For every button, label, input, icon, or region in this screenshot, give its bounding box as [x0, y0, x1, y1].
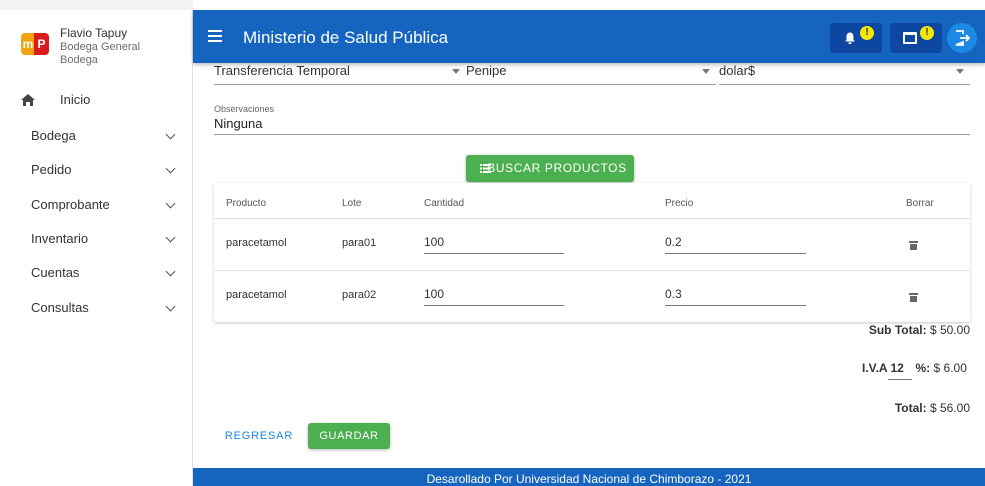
calendar-badge: ! — [920, 26, 934, 40]
guardar-button[interactable]: GUARDAR — [308, 423, 390, 449]
sidebar-item-label: Bodega — [31, 128, 76, 143]
column-header-precio: Precio — [665, 198, 694, 209]
chevron-down-icon — [165, 266, 176, 277]
user-role: Bodega General — [60, 41, 141, 53]
column-header-cantidad: Cantidad — [424, 198, 465, 209]
top-strip — [0, 0, 193, 10]
precio-value: 0.3 — [665, 287, 682, 301]
top-app-bar: Ministerio de Salud Pública ! ! — [193, 10, 985, 63]
dropdown-arrow-icon — [956, 69, 964, 74]
sidebar-item-consultas[interactable]: Consultas — [0, 290, 193, 324]
subtotal-value: $ 50.00 — [929, 323, 970, 337]
sidebar-item-label: Comprobante — [31, 197, 110, 212]
precio-value: 0.2 — [665, 235, 682, 249]
buscar-productos-label: BUSCAR PRODUCTOS — [487, 161, 627, 175]
user-name: Flavio Tapuy — [60, 26, 128, 40]
user-panel: m P Flavio Tapuy Bodega General Bodega — [0, 16, 193, 76]
delete-icon[interactable] — [909, 241, 918, 250]
column-header-producto: Producto — [226, 198, 267, 209]
cantidad-input[interactable]: 100 — [424, 284, 564, 306]
sidebar-item-pedido[interactable]: Pedido — [0, 152, 193, 186]
sidebar-item-bodega[interactable]: Bodega — [0, 118, 193, 152]
subtotal-label: Sub Total: — [868, 323, 927, 337]
sidebar-item-label: Cuentas — [31, 265, 80, 280]
logout-button[interactable] — [947, 23, 977, 53]
sidebar-item-label: Inventario — [31, 231, 89, 246]
cantidad-input[interactable]: 100 — [424, 232, 564, 254]
sidebar-item-inventario[interactable]: Inventario — [0, 221, 193, 255]
logo-letter-m: m — [21, 33, 35, 55]
buscar-productos-button[interactable]: BUSCAR PRODUCTOS — [466, 155, 634, 182]
header-divider — [214, 218, 970, 219]
cell-lote: para01 — [342, 237, 377, 249]
destino-select[interactable]: Penipe — [466, 63, 716, 85]
sidebar-item-label: Consultas — [31, 300, 89, 315]
notifications-button[interactable]: ! — [830, 23, 882, 53]
sidebar: m P Flavio Tapuy Bodega General Bodega I… — [0, 0, 193, 486]
column-header-borrar: Borrar — [906, 198, 934, 209]
iva-value: $ 6.00 — [933, 361, 967, 375]
chevron-down-icon — [165, 198, 176, 209]
user-area: Bodega — [60, 54, 98, 66]
footer: Desarollado Por Universidad Nacional de … — [193, 468, 985, 486]
precio-input[interactable]: 0.2 — [665, 232, 806, 254]
chevron-down-icon — [165, 232, 176, 243]
iva: I.V.A 12 %: $ 6.00 — [862, 361, 967, 375]
products-table: Producto Lote Cantidad Precio Borrar par… — [214, 183, 970, 322]
precio-input[interactable]: 0.3 — [665, 284, 806, 306]
chevron-down-icon — [165, 129, 176, 140]
calendar-icon — [903, 32, 917, 44]
home-icon — [21, 94, 35, 106]
observaciones-underline — [214, 134, 970, 135]
logo-letter-p: P — [34, 33, 49, 55]
iva-suffix: %: — [915, 361, 931, 375]
logout-icon — [955, 30, 970, 46]
app-title: Ministerio de Salud Pública — [243, 28, 449, 47]
delete-icon[interactable] — [909, 293, 918, 302]
observaciones-field[interactable]: Ninguna — [214, 116, 262, 131]
tipo-select[interactable]: Transferencia Temporal — [214, 63, 466, 85]
total-label: Total: — [894, 401, 927, 415]
sidebar-item-cuentas[interactable]: Cuentas — [0, 255, 193, 289]
chevron-down-icon — [165, 163, 176, 174]
bell-icon — [845, 32, 855, 44]
subtotal: Sub Total: $ 50.00 — [869, 323, 970, 337]
dropdown-arrow-icon — [452, 69, 460, 74]
cantidad-value: 100 — [424, 235, 445, 249]
sidebar-item-label: Inicio — [60, 92, 91, 107]
sidebar-item-label: Pedido — [31, 162, 72, 177]
moneda-select[interactable]: dolar$ — [719, 63, 970, 85]
app-logo: m P — [21, 33, 49, 55]
cell-lote: para02 — [342, 289, 377, 301]
notification-badge: ! — [860, 26, 874, 40]
total: Total: $ 56.00 — [895, 401, 970, 415]
column-header-lote: Lote — [342, 198, 362, 209]
sidebar-item-inicio[interactable]: Inicio — [0, 82, 193, 116]
dropdown-arrow-icon — [702, 69, 710, 74]
observaciones-label: Observaciones — [214, 104, 275, 114]
row-divider — [214, 270, 970, 271]
iva-input-underline[interactable] — [888, 379, 912, 380]
tipo-value: Transferencia Temporal — [214, 63, 350, 78]
cell-producto: paracetamol — [226, 237, 287, 249]
sidebar-item-comprobante[interactable]: Comprobante — [0, 187, 193, 221]
list-icon — [480, 164, 491, 173]
total-value: $ 56.00 — [929, 401, 970, 415]
calendar-button[interactable]: ! — [890, 23, 942, 53]
regresar-button[interactable]: REGRESAR — [220, 423, 298, 449]
menu-icon[interactable] — [208, 30, 222, 42]
iva-label: I.V.A 12 — [862, 361, 904, 375]
chevron-down-icon — [165, 301, 176, 312]
destino-value: Penipe — [466, 63, 507, 78]
cantidad-value: 100 — [424, 287, 445, 301]
cell-producto: paracetamol — [226, 289, 287, 301]
moneda-value: dolar$ — [719, 63, 756, 78]
